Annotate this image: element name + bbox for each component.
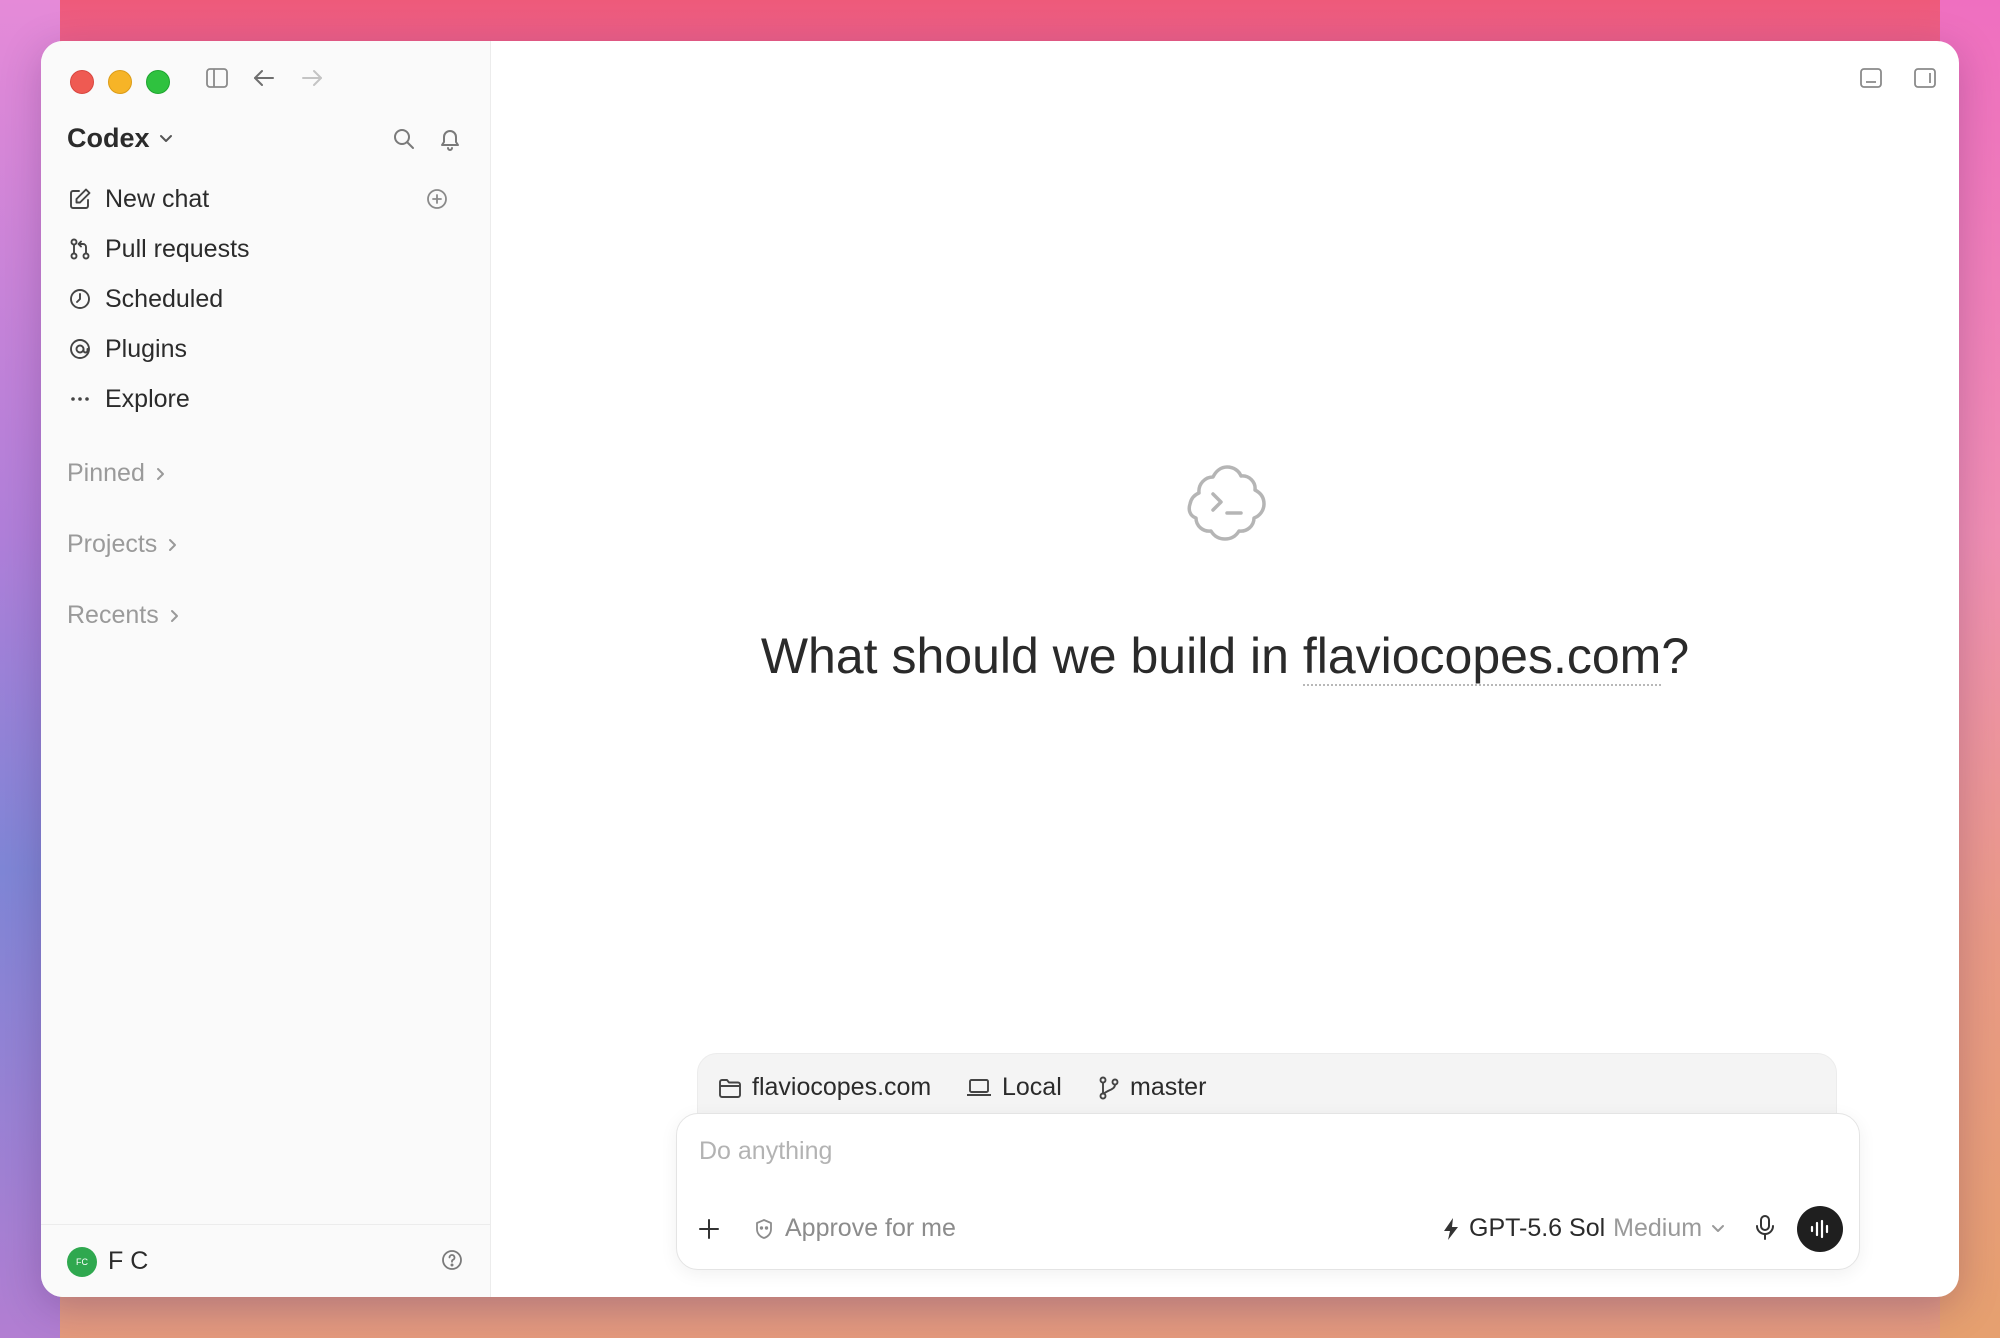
zoom-window-button[interactable] bbox=[146, 70, 170, 94]
sidebar-item-label: Scheduled bbox=[105, 284, 224, 313]
app-title: Codex bbox=[67, 123, 150, 153]
section-label: Projects bbox=[67, 530, 158, 558]
sidebar-item-new-chat[interactable]: New chat bbox=[59, 174, 472, 224]
close-window-button[interactable] bbox=[70, 70, 94, 94]
waveform-icon bbox=[1809, 1219, 1831, 1239]
approval-mode-button[interactable]: Approve for me bbox=[753, 1214, 956, 1243]
environment-selector[interactable]: Local bbox=[966, 1073, 1062, 1102]
model-name: GPT-5.6 Sol bbox=[1469, 1214, 1606, 1242]
approval-label: Approve for me bbox=[785, 1214, 956, 1242]
clock-icon bbox=[67, 287, 93, 311]
sidebar-item-label: Plugins bbox=[105, 334, 187, 363]
avatar[interactable]: FC bbox=[67, 1247, 97, 1277]
shield-icon bbox=[753, 1218, 775, 1240]
main-panel: What should we build in flaviocopes.com?… bbox=[491, 41, 1959, 1297]
section-projects[interactable]: Projects bbox=[67, 530, 179, 559]
folder-icon bbox=[718, 1077, 742, 1099]
chevron-right-icon bbox=[155, 466, 167, 482]
codex-logo-icon bbox=[1187, 461, 1267, 546]
chevron-right-icon bbox=[167, 537, 179, 553]
section-label: Pinned bbox=[67, 459, 145, 487]
search-icon[interactable] bbox=[392, 127, 416, 151]
project-link[interactable]: flaviocopes.com bbox=[1302, 628, 1662, 686]
sidebar-item-plugins[interactable]: Plugins bbox=[59, 324, 472, 374]
model-effort: Medium bbox=[1613, 1214, 1703, 1242]
back-arrow-icon[interactable] bbox=[251, 67, 277, 89]
git-branch-icon bbox=[1098, 1076, 1120, 1100]
chevron-right-icon bbox=[169, 608, 181, 624]
minimize-window-button[interactable] bbox=[108, 70, 132, 94]
folder-selector[interactable]: flaviocopes.com bbox=[718, 1073, 931, 1102]
section-label: Recents bbox=[67, 601, 159, 629]
forward-arrow-icon[interactable] bbox=[299, 67, 325, 89]
sidebar-footer: FC F C bbox=[41, 1224, 490, 1297]
sidebar-item-pull-requests[interactable]: Pull requests bbox=[59, 224, 472, 274]
bell-icon[interactable] bbox=[438, 127, 462, 151]
prompt-composer: Approve for me GPT-5.6 Sol Medium bbox=[676, 1113, 1860, 1270]
add-circle-icon[interactable] bbox=[424, 187, 450, 211]
section-pinned[interactable]: Pinned bbox=[67, 459, 167, 488]
section-recents[interactable]: Recents bbox=[67, 601, 181, 630]
plugin-at-icon bbox=[67, 337, 93, 361]
sidebar-toggle-icon[interactable] bbox=[205, 67, 229, 89]
folder-name: flaviocopes.com bbox=[752, 1073, 932, 1101]
laptop-icon bbox=[966, 1077, 992, 1099]
sidebar-item-label: Explore bbox=[105, 384, 190, 413]
app-window: Codex New chat Pull requests Scheduled P… bbox=[41, 41, 1959, 1297]
microphone-icon[interactable] bbox=[1753, 1214, 1777, 1242]
ellipsis-icon bbox=[67, 387, 93, 411]
hero-suffix: ? bbox=[1661, 628, 1690, 684]
plus-icon[interactable] bbox=[697, 1217, 721, 1241]
user-name[interactable]: F C bbox=[108, 1247, 148, 1276]
model-selector[interactable]: GPT-5.6 Sol Medium bbox=[1441, 1214, 1726, 1243]
page-title: What should we build in flaviocopes.com? bbox=[491, 627, 1959, 686]
sidebar-toolbar bbox=[205, 67, 325, 89]
sidebar: Codex New chat Pull requests Scheduled P… bbox=[41, 41, 491, 1297]
sidebar-header-actions bbox=[392, 127, 462, 151]
help-icon[interactable] bbox=[440, 1248, 464, 1272]
sidebar-nav: New chat Pull requests Scheduled Plugins… bbox=[59, 174, 472, 424]
edit-icon bbox=[67, 187, 93, 211]
sidebar-item-scheduled[interactable]: Scheduled bbox=[59, 274, 472, 324]
git-pull-request-icon bbox=[67, 237, 93, 261]
branch-selector[interactable]: master bbox=[1098, 1073, 1206, 1102]
window-controls bbox=[70, 70, 170, 94]
branch-name: master bbox=[1130, 1073, 1207, 1101]
chevron-down-icon bbox=[158, 133, 174, 145]
panel-toolbar bbox=[1859, 67, 1937, 89]
chevron-down-icon bbox=[1710, 1223, 1726, 1235]
voice-mode-button[interactable] bbox=[1797, 1206, 1843, 1252]
hero-prefix: What should we build in bbox=[760, 628, 1303, 684]
sidebar-item-label: Pull requests bbox=[105, 234, 250, 263]
lightning-icon bbox=[1441, 1217, 1461, 1241]
prompt-input[interactable] bbox=[697, 1136, 1601, 1167]
environment-name: Local bbox=[1002, 1073, 1062, 1101]
right-panel-toggle-icon[interactable] bbox=[1913, 67, 1937, 89]
workspace-switcher[interactable]: Codex bbox=[67, 123, 174, 154]
bottom-panel-toggle-icon[interactable] bbox=[1859, 67, 1883, 89]
sidebar-item-label: New chat bbox=[105, 184, 210, 213]
sidebar-item-explore[interactable]: Explore bbox=[59, 374, 472, 424]
